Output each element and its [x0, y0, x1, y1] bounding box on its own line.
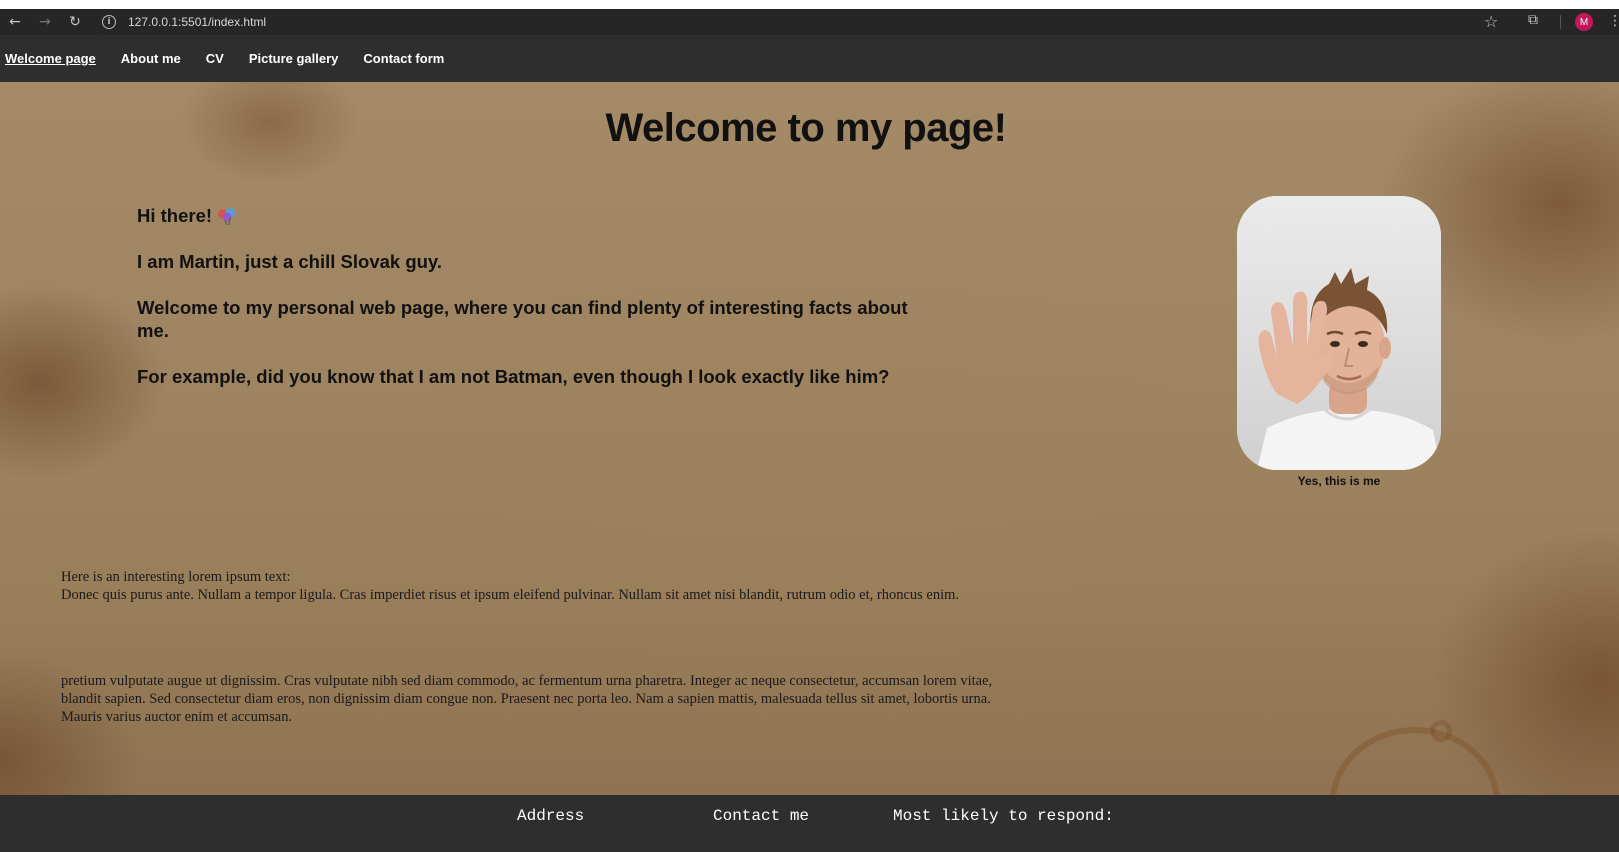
toolbar-divider — [1560, 15, 1561, 29]
page-title: Welcome to my page! — [605, 106, 1007, 150]
site-footer: Address Contact me Most likely to respon… — [0, 795, 1619, 852]
window-top-strip — [0, 0, 1619, 9]
back-arrow-icon[interactable]: ← — [0, 9, 30, 35]
reload-icon[interactable]: ↻ — [60, 9, 90, 35]
intro-name: I am Martin, just a chill Slovak guy. — [137, 251, 442, 272]
person-waving-illustration — [1237, 196, 1441, 470]
nav-welcome-page[interactable]: Welcome page — [5, 51, 96, 66]
site-info-icon[interactable]: i — [102, 15, 116, 29]
forward-arrow-icon[interactable]: → — [30, 9, 60, 35]
footer-address: Address — [517, 807, 585, 825]
greeting-text: Hi there! — [137, 205, 213, 226]
intro-text: Hi there! I am Martin, just a chill Slov… — [137, 204, 937, 411]
profile-photo-figure: Yes, this is me — [1237, 196, 1441, 488]
profile-photo — [1237, 196, 1441, 470]
lorem-line: Donec quis purus ante. Nullam a tempor l… — [61, 587, 960, 603]
main-content: Welcome to my page! Hi there! I am Marti… — [0, 82, 1619, 795]
site-navigation: Welcome page About me CV Picture gallery… — [0, 35, 1619, 82]
intro-welcome: Welcome to my personal web page, where y… — [137, 297, 908, 341]
nav-about-me[interactable]: About me — [121, 51, 181, 66]
lorem-paragraph: pretium vulputate augue ut dignissim. Cr… — [61, 673, 993, 725]
footer-contact-me: Contact me — [713, 807, 810, 825]
coffee-stain-decoration — [1430, 720, 1452, 742]
photo-caption: Yes, this is me — [1297, 474, 1381, 488]
url-text[interactable]: 127.0.0.1:5501/index.html — [128, 15, 266, 29]
browser-toolbar: ← → ↻ i 127.0.0.1:5501/index.html ☆ ⧉ M … — [0, 9, 1619, 35]
lorem-block-intro: Here is an interesting lorem ipsum text:… — [61, 568, 1061, 604]
nav-cv[interactable]: CV — [206, 51, 224, 66]
coffee-stain-decoration — [1330, 727, 1500, 795]
footer-most-likely-to-respond: Most likely to respond: — [893, 807, 1114, 825]
profile-avatar[interactable]: M — [1575, 13, 1593, 31]
extensions-icon[interactable]: ⧉ — [1528, 12, 1538, 28]
lorem-heading: Here is an interesting lorem ipsum text: — [61, 569, 291, 585]
greeting-line: Hi there! — [137, 204, 937, 227]
party-balloons-icon — [218, 208, 236, 225]
nav-picture-gallery[interactable]: Picture gallery — [249, 51, 339, 66]
nav-contact-form[interactable]: Contact form — [363, 51, 444, 66]
bookmark-star-icon[interactable]: ☆ — [1484, 12, 1498, 31]
address-bar[interactable]: i 127.0.0.1:5501/index.html — [96, 10, 1516, 34]
intro-fact: For example, did you know that I am not … — [137, 366, 890, 387]
browser-menu-icon[interactable]: ⋮ — [1608, 13, 1619, 29]
